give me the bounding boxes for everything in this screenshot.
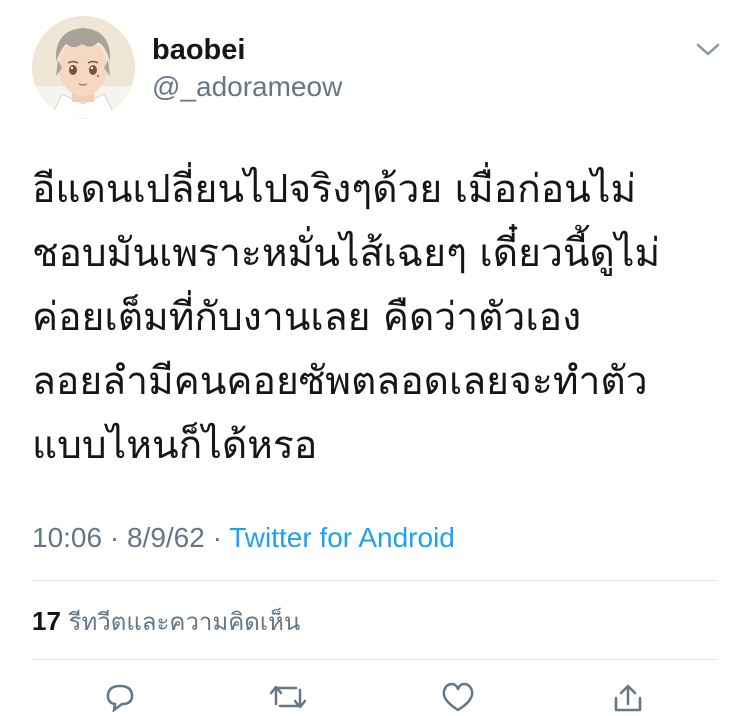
display-name[interactable]: baobei: [152, 32, 245, 68]
tweet-text-line: ค่อยเต็มที่กับงานเลย คืดว่าตัวเอง: [32, 295, 582, 340]
reply-icon[interactable]: [100, 682, 140, 713]
retweet-icon[interactable]: [268, 682, 308, 712]
tweet-source-link[interactable]: Twitter for Android: [229, 522, 455, 553]
retweet-count: 17: [32, 606, 61, 636]
tweet-text-line: อีแดนเปลี่ยนไปจริงๆด้วย เมื่อก่อนไม่: [32, 167, 637, 212]
avatar-image: [32, 16, 135, 119]
tweet-text-line: แบบไหนก็ได้หรอ: [32, 423, 318, 468]
share-icon[interactable]: [608, 682, 648, 712]
tweet-time: 10:06: [32, 522, 103, 553]
meta-separator: ·: [212, 522, 222, 553]
divider: [32, 580, 718, 581]
divider: [32, 659, 718, 660]
tweet-date: 8/9/62: [126, 522, 205, 553]
meta-separator: ·: [109, 522, 120, 553]
tweet-text-line: ลอยลำมีคนคอยซัพตลอดเลยจะทำตัว: [32, 359, 648, 404]
chevron-down-icon[interactable]: [694, 38, 722, 60]
tweet-text: อีแดนเปลี่ยนไปจริงๆด้วย เมื่อก่อนไม่ ชอบ…: [32, 158, 722, 478]
avatar[interactable]: [32, 16, 135, 119]
user-handle[interactable]: @_adorameow: [152, 70, 342, 104]
retweet-stats[interactable]: 17 รีทวีตและความคิดเห็น: [32, 602, 300, 641]
tweet-meta: 10:06 · 8/9/62 · Twitter for Android: [32, 518, 455, 558]
like-icon[interactable]: [438, 682, 478, 712]
tweet-text-line: ชอบมันเพราะหมั่นไส้เฉยๆ เดี๋ยวนี้ดูไม่: [32, 231, 661, 276]
retweet-label: รีทวีตและความคิดเห็น: [68, 608, 301, 636]
action-bar: [0, 676, 750, 713]
